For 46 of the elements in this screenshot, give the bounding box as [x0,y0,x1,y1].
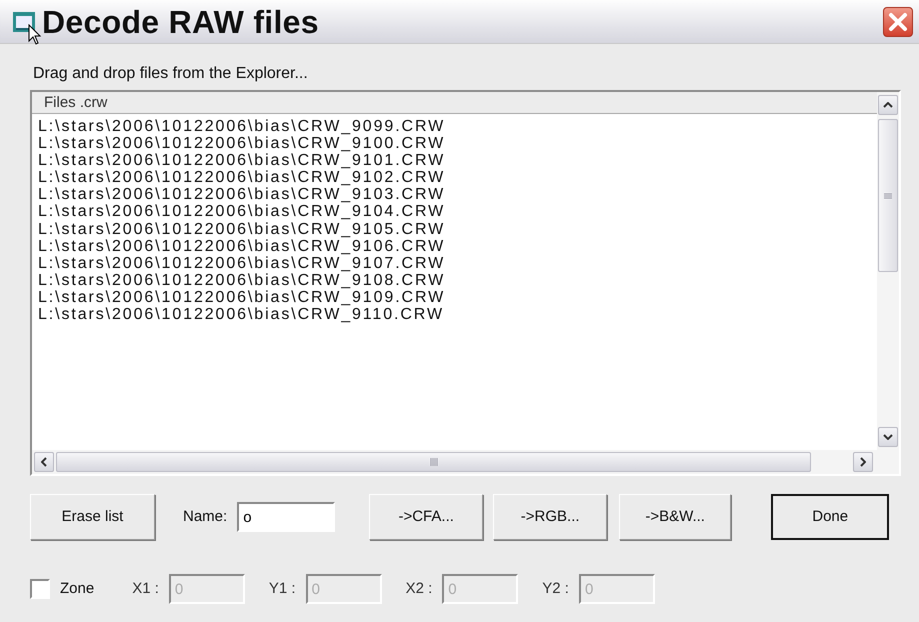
coordinate-field: 0 [578,574,655,604]
file-item[interactable]: L:\stars\2006\10122006\bias\CRW_9108.CRW [38,272,446,289]
action-button[interactable]: ->RGB... [493,494,608,540]
column-header[interactable]: Files .crw [32,92,877,114]
file-item[interactable]: L:\stars\2006\10122006\bias\CRW_9110.CRW [38,306,444,324]
action-button[interactable]: ->B&W... [619,494,732,540]
file-item[interactable]: L:\stars\2006\10122006\bias\CRW_9106.CRW [38,238,446,255]
action-button[interactable]: ->CFA... [369,494,484,540]
file-item[interactable]: L:\stars\2006\10122006\bias\CRW_9109.CRW [38,288,446,306]
chevron-left-icon [41,457,47,467]
name-field[interactable]: o [237,502,336,532]
scroll-up-button[interactable] [878,95,898,115]
field-label: Name: [183,506,228,527]
window-icon [12,10,38,34]
chevron-up-icon [883,102,893,108]
checkbox-label: Zone [60,578,94,599]
scroll-left-button[interactable] [34,452,54,472]
close-button[interactable] [883,6,913,36]
chevron-down-icon [883,434,893,440]
file-list[interactable] [30,90,901,476]
instruction-text: Drag and drop files from the Explorer... [33,65,308,82]
file-item[interactable]: L:\stars\2006\10122006\bias\CRW_9102.CRW [38,169,446,186]
mouse-pointer-icon [28,24,42,46]
field-label: X1 : [132,578,159,599]
field-label: Y2 : [542,578,569,599]
action-button[interactable]: Done [771,494,890,540]
file-item[interactable]: L:\stars\2006\10122006\bias\CRW_9105.CRW [38,220,446,238]
scrollbar-thumb[interactable] [56,452,811,472]
scrollbar-thumb[interactable] [878,119,898,272]
window-title: Decode RAW files [42,2,319,42]
coordinate-field: 0 [168,574,245,604]
action-button[interactable]: Erase list [30,494,155,540]
field-label: Y1 : [268,578,296,599]
file-item[interactable]: L:\stars\2006\10122006\bias\CRW_9103.CRW [38,186,446,204]
zone-checkbox[interactable] [30,579,50,599]
coordinate-field: 0 [306,574,382,604]
field-label: X2 : [406,578,432,599]
scroll-down-button[interactable] [878,427,898,447]
file-item[interactable]: L:\stars\2006\10122006\bias\CRW_9099.CRW [38,118,446,136]
file-item[interactable]: L:\stars\2006\10122006\bias\CRW_9107.CRW [38,254,446,272]
file-item[interactable]: L:\stars\2006\10122006\bias\CRW_9104.CRW [38,203,446,221]
file-item[interactable]: L:\stars\2006\10122006\bias\CRW_9100.CRW [38,135,446,152]
chevron-right-icon [860,457,866,467]
file-item[interactable]: L:\stars\2006\10122006\bias\CRW_9101.CRW [38,152,446,170]
scroll-right-button[interactable] [853,452,873,472]
coordinate-field: 0 [442,574,518,604]
